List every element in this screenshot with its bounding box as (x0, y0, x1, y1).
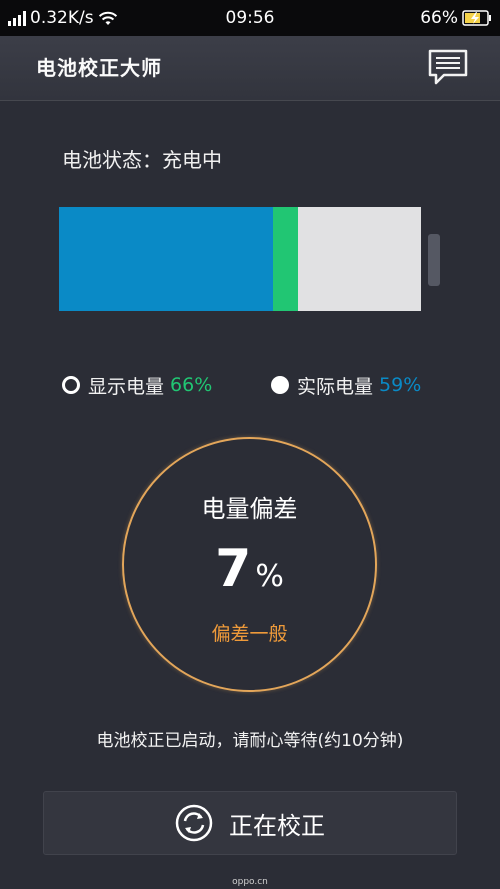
legend-display-level: 显示电量 66% (62, 370, 212, 400)
battery-cap (428, 234, 440, 286)
watermark: oppo.cn (232, 877, 268, 887)
legend-actual-value: 59% (379, 374, 422, 396)
deviation-level: 偏差一般 (211, 623, 288, 645)
status-right: 66% (420, 0, 492, 36)
legend-display-label: 显示电量 (88, 375, 165, 398)
battery-level-bar (59, 207, 421, 311)
battery-status-label: 电池状态：充电中 (62, 148, 222, 172)
calibrating-button[interactable]: 正在校正 (43, 791, 457, 855)
hollow-dot-icon (62, 376, 80, 394)
status-left: 0.32K/s (8, 0, 118, 36)
calibrating-button-label: 正在校正 (229, 811, 325, 840)
legend-actual-level: 实际电量 59% (271, 370, 421, 400)
clock: 09:56 (225, 8, 275, 28)
message-button[interactable] (426, 48, 470, 88)
deviation-value: 7 (215, 539, 252, 599)
deviation-title: 电量偏差 (201, 495, 298, 523)
battery-percent: 66% (420, 8, 458, 28)
wifi-icon (98, 11, 117, 25)
deviation-value-row: 7% (124, 539, 375, 599)
refresh-icon (175, 804, 213, 842)
charging-battery-icon (462, 10, 491, 26)
legend-actual-label: 实际电量 (297, 375, 374, 398)
solid-dot-icon (271, 376, 289, 394)
message-icon (428, 49, 468, 85)
level-difference-fill (273, 207, 298, 311)
battery-legend: 显示电量 66% 实际电量 59% (62, 370, 460, 400)
deviation-unit: % (255, 559, 284, 594)
deviation-circle: 电量偏差 7% 偏差一般 (122, 437, 377, 692)
signal-icon (8, 10, 26, 26)
network-speed: 0.32K/s (30, 8, 94, 28)
actual-level-fill (59, 207, 273, 311)
app-header: 电池校正大师 (0, 36, 500, 101)
legend-display-value: 66% (170, 374, 213, 396)
calibration-message: 电池校正已启动，请耐心等待(约10分钟) (96, 731, 404, 751)
status-bar: 0.32K/s 09:56 66% (0, 0, 500, 36)
app-title: 电池校正大师 (36, 56, 162, 80)
